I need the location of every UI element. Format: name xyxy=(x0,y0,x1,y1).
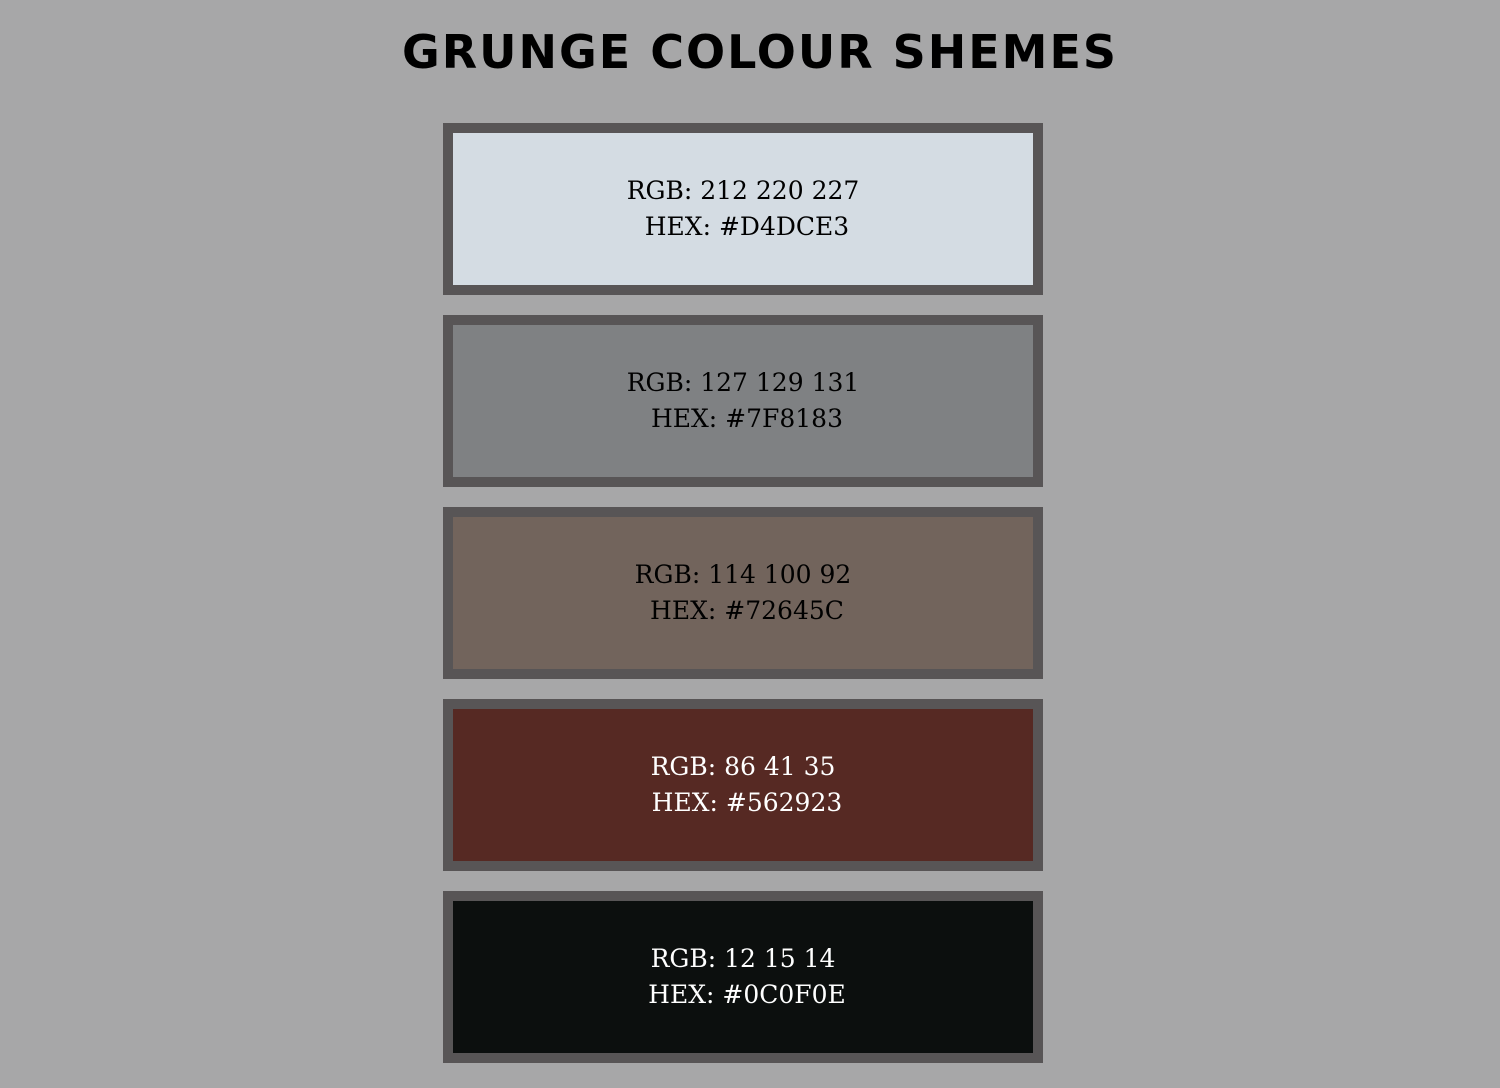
swatch-list: RGB: 212 220 227 HEX: #D4DCE3 RGB: 127 1… xyxy=(443,123,1043,1083)
rgb-label: RGB: 114 100 92 xyxy=(634,560,852,589)
color-swatch-5: RGB: 12 15 14 HEX: #0C0F0E xyxy=(443,891,1043,1063)
hex-label: HEX: #D4DCE3 xyxy=(636,212,850,241)
color-swatch-3: RGB: 114 100 92 HEX: #72645C xyxy=(443,507,1043,679)
hex-label: HEX: #7F8183 xyxy=(643,404,843,433)
color-swatch-4: RGB: 86 41 35 HEX: #562923 xyxy=(443,699,1043,871)
rgb-label: RGB: 12 15 14 xyxy=(650,944,836,973)
hex-label: HEX: #562923 xyxy=(643,788,843,817)
page-title: GRUNGE COLOUR SHEMES xyxy=(401,25,1119,79)
color-swatch-1: RGB: 212 220 227 HEX: #D4DCE3 xyxy=(443,123,1043,295)
hex-label: HEX: #72645C xyxy=(642,596,844,625)
color-swatch-2: RGB: 127 129 131 HEX: #7F8183 xyxy=(443,315,1043,487)
hex-label: HEX: #0C0F0E xyxy=(640,980,846,1009)
rgb-label: RGB: 127 129 131 xyxy=(626,368,860,397)
rgb-label: RGB: 86 41 35 xyxy=(650,752,836,781)
rgb-label: RGB: 212 220 227 xyxy=(626,176,860,205)
